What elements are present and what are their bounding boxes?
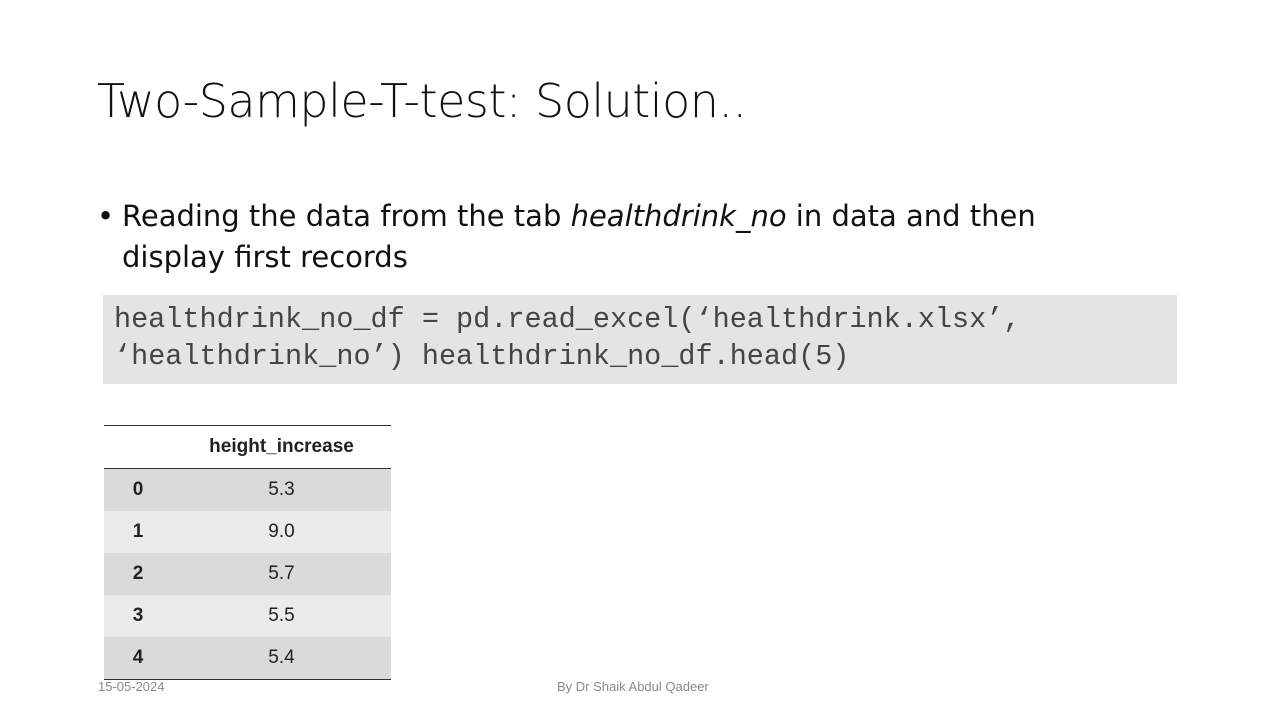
table-row-index: 2 [132,563,144,584]
table-row-index: 1 [132,521,144,542]
bullet-point: • Reading the data from the tab healthdr… [97,196,1107,278]
code-block: healthdrink_no_df = pd.read_excel(‘healt… [103,295,1177,384]
table-row-value: 5.4 [268,647,295,668]
bullet-text-before: Reading the data from the tab [122,199,571,233]
table-header-height-increase: height_increase [209,436,354,457]
table-row: 0 5.3 [104,468,391,511]
table-row-value: 5.3 [268,479,295,500]
table-row: 4 5.4 [104,637,391,680]
table-row: 3 5.5 [104,595,391,637]
table-row-value: 5.7 [268,563,295,584]
table-row: 1 9.0 [104,511,391,553]
bullet-icon: • [97,199,115,233]
table-row: 2 5.7 [104,553,391,595]
footer-author: By Dr Shaik Abdul Qadeer [557,679,709,694]
table-row-index: 4 [132,647,144,668]
table-row-value: 9.0 [268,521,295,542]
footer-date: 15-05-2024 [98,679,165,694]
table-header-row: height_increase [104,425,391,469]
table-row-index: 3 [132,605,144,626]
bullet-text: Reading the data from the tab healthdrin… [122,196,1107,278]
table-row-value: 5.5 [268,605,295,626]
table-header-index [104,426,172,469]
code-line-2: ‘healthdrink_no’) healthdrink_no_df.head… [114,340,850,373]
slide-title: Two-Sample-T-test: Solution.. [97,74,747,128]
code-line-1: healthdrink_no_df = pd.read_excel(‘healt… [114,303,1021,336]
bullet-text-italic: healthdrink_no [570,199,787,233]
table-row-index: 0 [132,479,144,500]
dataframe-table: height_increase 0 5.3 1 9.0 2 5.7 3 5.5 … [97,425,393,680]
